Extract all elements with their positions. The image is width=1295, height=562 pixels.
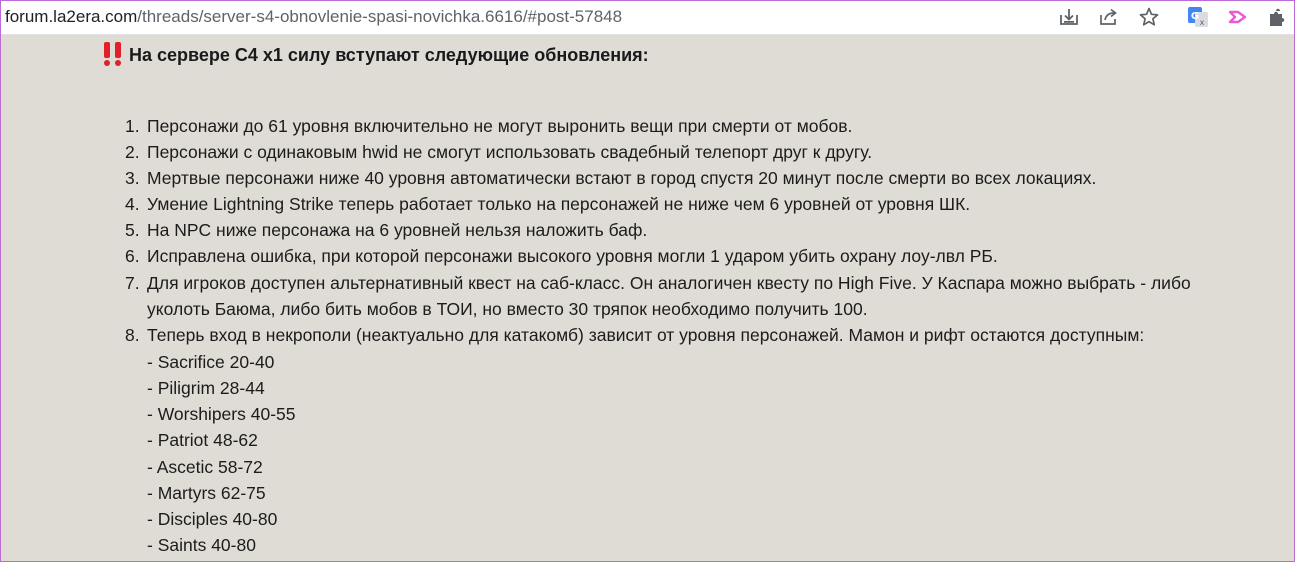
necropolis-level-item: - Patriot 48-62 — [147, 430, 258, 450]
star-icon[interactable] — [1138, 6, 1160, 28]
list-number: 4. — [125, 194, 140, 214]
download-icon[interactable] — [1058, 6, 1080, 28]
url-host: forum.la2era.com — [5, 7, 138, 26]
necropolis-level-item: - Saints 40-80 — [147, 535, 256, 555]
puzzle-icon[interactable] — [1267, 6, 1289, 28]
list-text: Мертвые персонажи ниже 40 уровня автомат… — [147, 168, 1097, 188]
necropolis-level-item: - Disciples 40-80 — [147, 509, 278, 529]
list-text: Исправлена ошибка, при которой персонажи… — [147, 246, 998, 266]
necropolis-level-item: - Sacrifice 20-40 — [147, 352, 275, 372]
list-text: Персонажи с одинаковым hwid не смогут ис… — [147, 142, 873, 162]
list-number: 1. — [125, 116, 140, 136]
list-text: Теперь вход в некрополи (неактуально для… — [147, 325, 1145, 345]
list-number: 6. — [125, 246, 140, 266]
list-text: уколоть Баюма, либо бить мобов в ТОИ, но… — [147, 299, 868, 319]
address-bar[interactable]: forum.la2era.com/threads/server-s4-obnov… — [1, 1, 1294, 35]
necropolis-level-item: - Worshipers 40-55 — [147, 404, 296, 424]
list-text: Персонажи до 61 уровня включительно не м… — [147, 116, 853, 136]
google-translate-icon[interactable]: Gx — [1187, 6, 1209, 28]
url-path: /threads/server-s4-obnovlenie-spasi-novi… — [137, 7, 623, 26]
list-text: На NPC ниже персонажа на 6 уровней нельз… — [147, 220, 648, 240]
url-text[interactable]: forum.la2era.com/threads/server-s4-obnov… — [5, 6, 622, 28]
extension-arrow-icon[interactable] — [1227, 6, 1249, 28]
list-number: 3. — [125, 168, 140, 188]
necropolis-level-item: - Martyrs 62-75 — [147, 483, 266, 503]
list-number: 5. — [125, 220, 140, 240]
heading-text: На сервере С4 х1 силу вступают следующие… — [129, 45, 649, 65]
post-content: На сервере С4 х1 силу вступают следующие… — [1, 35, 1294, 561]
necropolis-level-item: - Piligrim 28-44 — [147, 378, 265, 398]
svg-text:G: G — [1191, 11, 1199, 22]
list-number: 2. — [125, 142, 140, 162]
list-text: Для игроков доступен альтернативный квес… — [147, 273, 1191, 293]
list-number: 7. — [125, 273, 140, 293]
svg-text:x: x — [1200, 18, 1205, 27]
list-number: 8. — [125, 325, 140, 345]
list-text: Умение Lightning Strike теперь работает … — [147, 194, 971, 214]
necropolis-level-item: - Ascetic 58-72 — [147, 457, 263, 477]
double-exclamation-icon — [101, 41, 125, 67]
share-icon[interactable] — [1098, 6, 1120, 28]
